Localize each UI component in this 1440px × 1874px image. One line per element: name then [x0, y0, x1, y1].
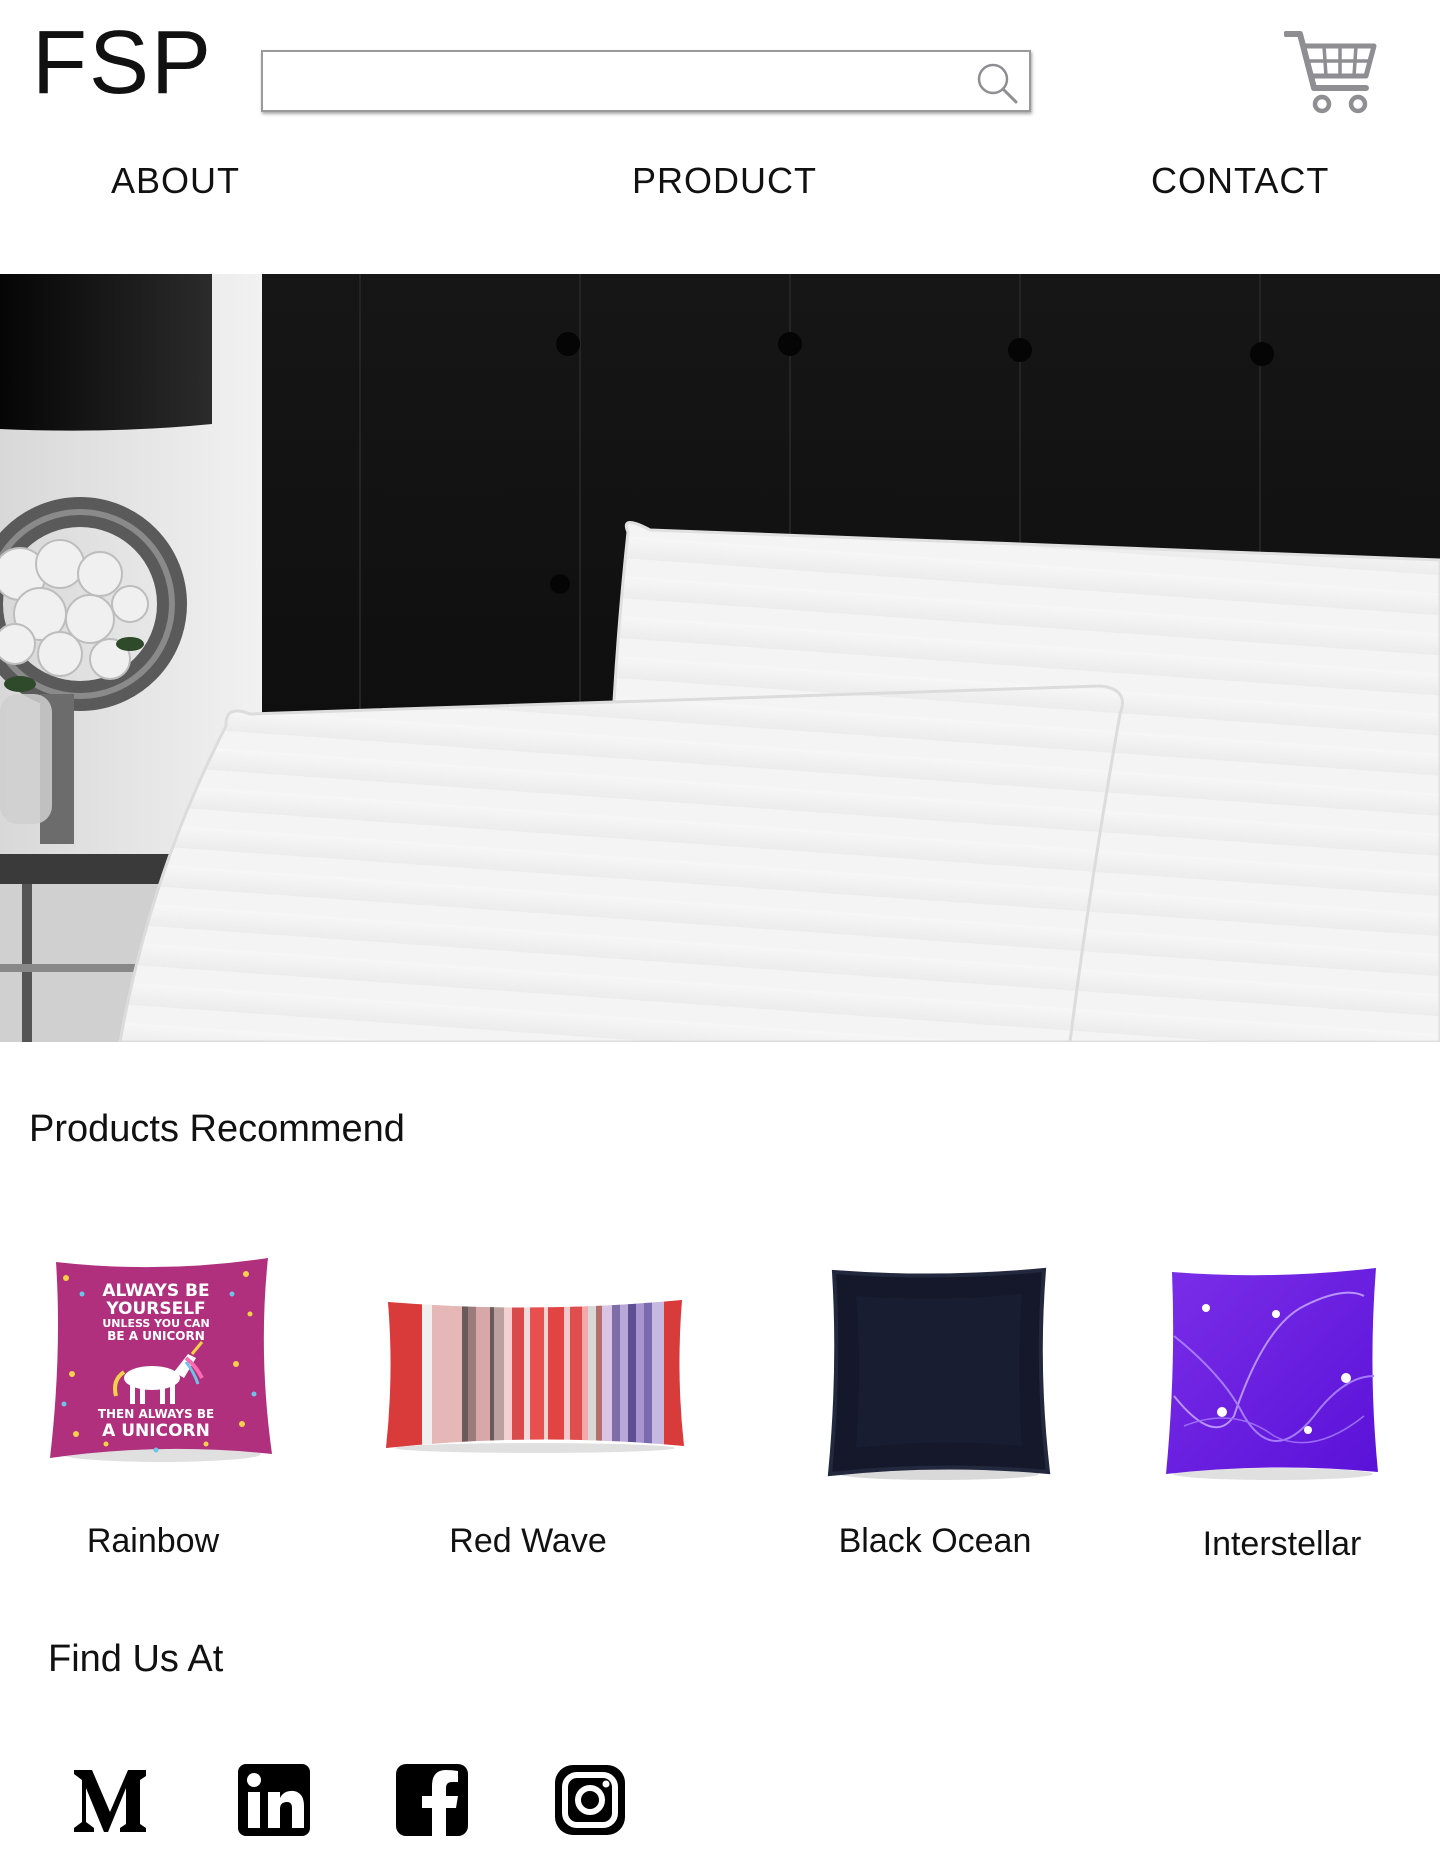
shopping-cart-icon[interactable]	[1284, 28, 1378, 116]
rainbow-print-line-4: BE A UNICORN	[107, 1329, 205, 1343]
rainbow-print-line-6: A UNICORN	[102, 1421, 210, 1441]
hero-banner	[0, 274, 1440, 1042]
hero-banner-pillows-image	[0, 274, 1440, 1042]
rainbow-print-line-2: YOURSELF	[105, 1299, 205, 1319]
search-icon[interactable]	[975, 61, 1019, 105]
medium-icon[interactable]	[72, 1762, 148, 1838]
search-bar[interactable]	[261, 50, 1031, 112]
facebook-icon[interactable]	[394, 1762, 470, 1838]
social-section-title: Find Us At	[48, 1638, 224, 1680]
nav-about[interactable]: ABOUT	[111, 160, 240, 202]
product-rainbow-name[interactable]: Rainbow	[3, 1522, 303, 1561]
nav-contact[interactable]: CONTACT	[1151, 160, 1329, 202]
product-red-wave-image[interactable]	[380, 1294, 690, 1454]
instagram-icon[interactable]	[552, 1762, 628, 1838]
product-interstellar-image[interactable]	[1164, 1266, 1382, 1480]
site-logo[interactable]: FSP	[32, 18, 213, 108]
product-red-wave-name[interactable]: Red Wave	[378, 1522, 678, 1561]
product-black-ocean-image[interactable]	[826, 1266, 1052, 1480]
linkedin-icon[interactable]	[236, 1762, 312, 1838]
rainbow-print-line-5: THEN ALWAYS BE	[98, 1407, 214, 1421]
products-section-title: Products Recommend	[29, 1108, 405, 1150]
nav-product[interactable]: PRODUCT	[632, 160, 817, 202]
product-interstellar-name[interactable]: Interstellar	[1132, 1525, 1432, 1564]
product-black-ocean-name[interactable]: Black Ocean	[785, 1522, 1085, 1561]
search-input[interactable]	[263, 52, 963, 110]
product-rainbow-image[interactable]: ALWAYS BE YOURSELF UNLESS YOU CAN BE A U…	[46, 1254, 276, 1464]
rainbow-print-line-1: ALWAYS BE	[102, 1281, 209, 1301]
